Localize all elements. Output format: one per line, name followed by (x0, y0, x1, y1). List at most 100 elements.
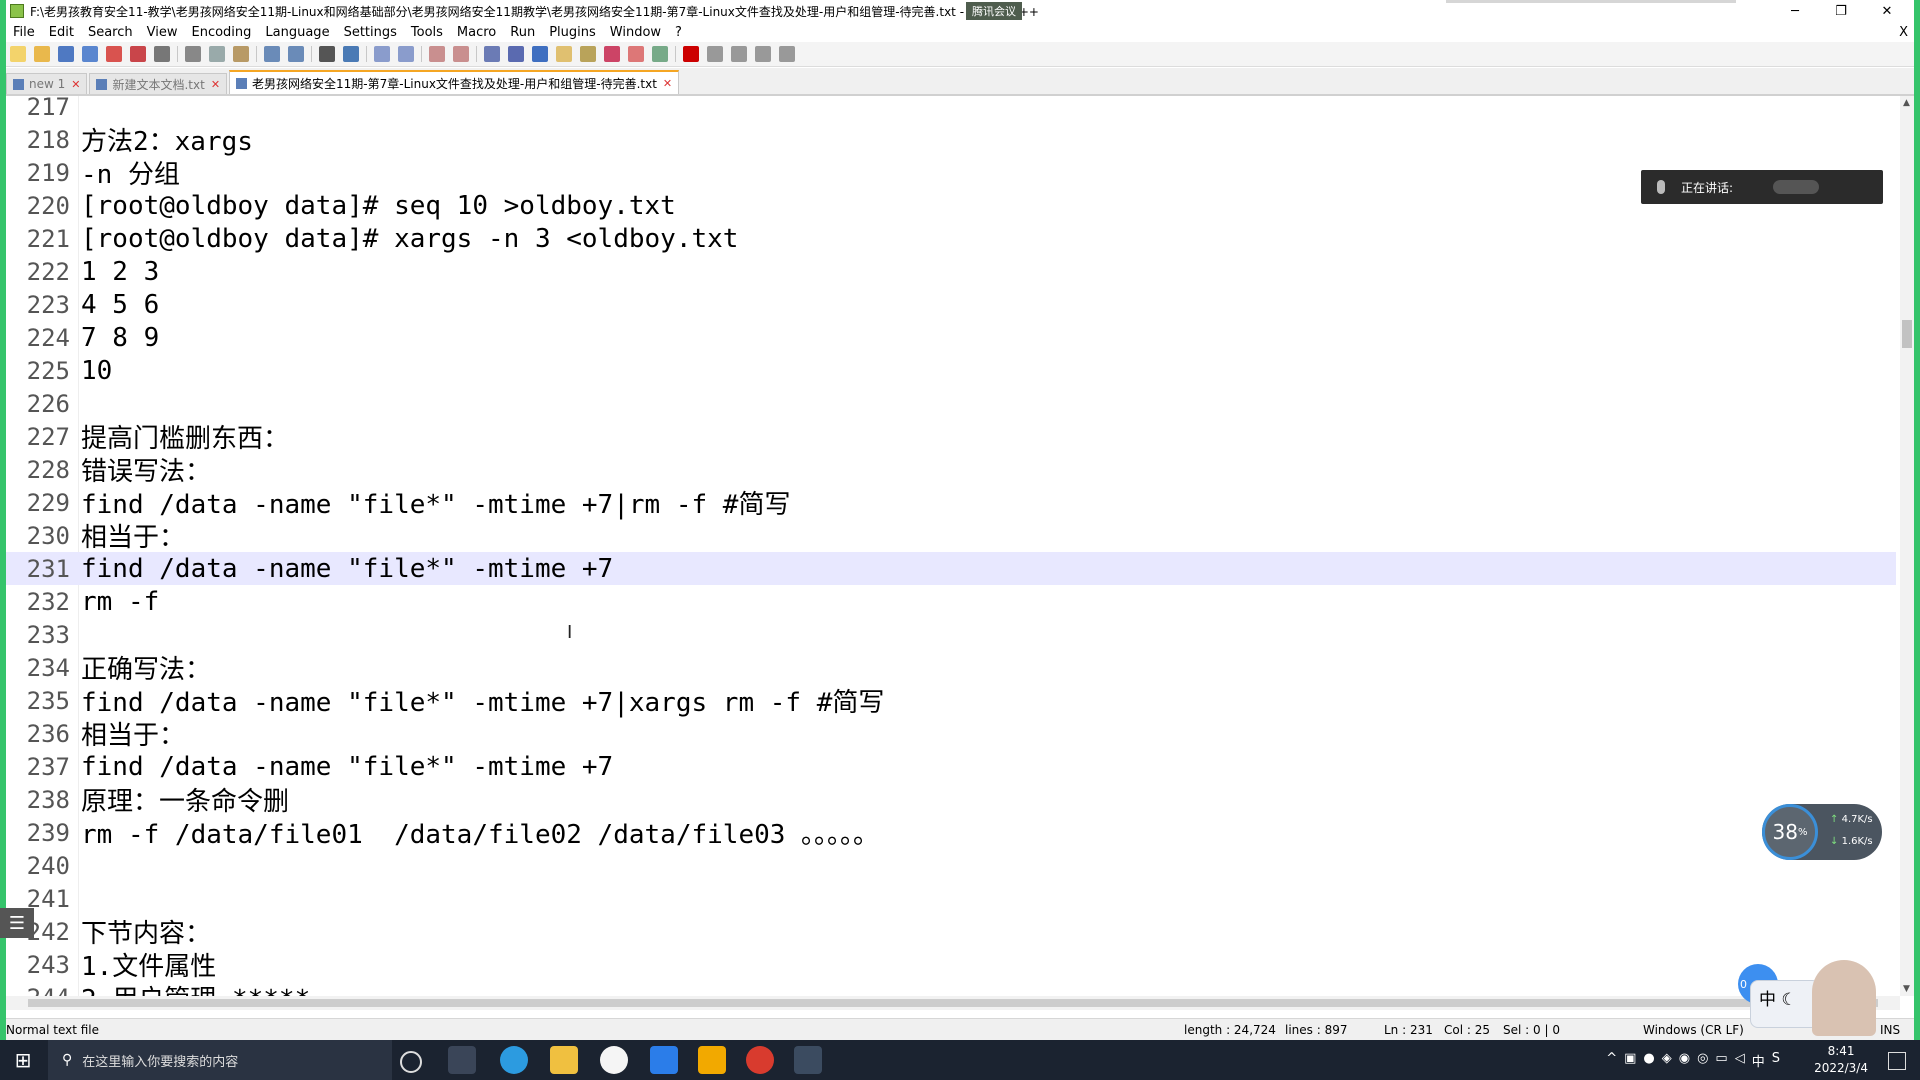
menu-language[interactable]: Language (258, 25, 336, 40)
notepad-plus-plus-taskbar-icon[interactable] (794, 1046, 822, 1074)
save-icon[interactable] (58, 46, 74, 62)
menu-edit[interactable]: Edit (42, 25, 81, 40)
taskbar-search[interactable]: ⚲ 在这里输入你要搜索的内容 (48, 1040, 392, 1080)
doc-map-icon[interactable] (556, 46, 572, 62)
network-icon[interactable]: ▣ (1624, 1051, 1636, 1070)
tab-close-icon[interactable]: ✕ (663, 77, 672, 90)
menu-file[interactable]: File (6, 25, 42, 40)
network-monitor-widget[interactable]: 38% ↑ 4.7K/s ↓ 1.6K/s (1762, 804, 1882, 860)
menu-run[interactable]: Run (503, 25, 542, 40)
close-document-button[interactable]: X (1899, 25, 1908, 40)
windows-start-icon[interactable]: ⊞ (0, 1040, 46, 1080)
text-editor[interactable]: 217 218 方法2：xargs 219 -n 分组 220 [root@oldboy d… (6, 96, 1902, 996)
edge-browser-icon[interactable] (500, 1046, 528, 1074)
tab-chapter-7[interactable]: 老男孩网络安全11期-第7章-Linux文件查找及处理-用户和组管理-待完善.t… (229, 70, 680, 94)
floating-list-button[interactable]: ☰ (0, 908, 34, 938)
menu-view[interactable]: View (140, 25, 185, 40)
minimize-button[interactable]: ─ (1772, 0, 1818, 22)
folder-workspace-icon[interactable] (604, 46, 620, 62)
menu-help[interactable]: ? (668, 25, 689, 40)
editor-line[interactable]: 236 相当于： (6, 717, 1896, 752)
volume-icon[interactable]: ◁ (1735, 1051, 1745, 1070)
editor-line[interactable]: 228 错误写法： (6, 453, 1896, 488)
editor-line[interactable]: 242 下节内容： (6, 915, 1896, 950)
editor-line[interactable]: 220 [root@oldboy data]# seq 10 >oldboy.tx… (6, 189, 1896, 222)
editor-line[interactable]: 238 原理：一条命令删 (6, 783, 1896, 818)
editor-line[interactable]: 219 -n 分组 (6, 156, 1896, 191)
editor-line[interactable]: 227 提高门槛删东西： (6, 420, 1896, 455)
editor-line[interactable]: 237 find /data -name "file*" -mtime +7 (6, 750, 1896, 783)
close-file-icon[interactable] (106, 46, 122, 62)
editor-line[interactable]: 233 (6, 618, 1896, 651)
zoom-out-icon[interactable] (398, 46, 414, 62)
function-list-icon[interactable] (580, 46, 596, 62)
editor-line[interactable]: 231 find /data -name "file*" -mtime +7 (6, 552, 1896, 585)
editor-line[interactable]: 239 rm -f /data/file01 /data/file02 /data… (6, 816, 1896, 851)
sync-horizontal-icon[interactable] (453, 46, 469, 62)
print-icon[interactable] (154, 46, 170, 62)
sogou-icon[interactable]: S (1772, 1051, 1780, 1070)
play-macro-icon[interactable] (731, 46, 747, 62)
security-icon[interactable]: ◈ (1662, 1051, 1672, 1070)
menu-search[interactable]: Search (81, 25, 140, 40)
editor-line[interactable]: 232 rm -f (6, 585, 1896, 618)
show-all-chars-icon[interactable] (508, 46, 524, 62)
save-all-icon[interactable] (82, 46, 98, 62)
editor-line[interactable]: 235 find /data -name "file*" -mtime +7|xa… (6, 684, 1896, 719)
zoom-in-icon[interactable] (374, 46, 390, 62)
indent-guide-icon[interactable] (532, 46, 548, 62)
editor-line[interactable]: 240 (6, 849, 1896, 882)
editor-line[interactable]: 217 (6, 96, 1896, 123)
editor-line[interactable]: 221 [root@oldboy data]# xargs -n 3 <oldbo… (6, 222, 1896, 255)
doc-switcher-icon[interactable] (628, 46, 644, 62)
record-macro-icon[interactable] (683, 46, 699, 62)
stop-macro-icon[interactable] (707, 46, 723, 62)
editor-line[interactable]: 226 (6, 387, 1896, 420)
redo-icon[interactable] (288, 46, 304, 62)
menu-macro[interactable]: Macro (450, 25, 503, 40)
tab-new-text-document[interactable]: 新建文本文档.txt ✕ (89, 73, 228, 94)
menu-encoding[interactable]: Encoding (184, 25, 258, 40)
save-macro-icon[interactable] (779, 46, 795, 62)
app-tray-icon[interactable]: ◉ (1679, 1051, 1690, 1070)
editor-line[interactable]: 234 正确写法： (6, 651, 1896, 686)
editor-line[interactable]: 223 4 5 6 (6, 288, 1896, 321)
editor-line[interactable]: 229 find /data -name "file*" -mtime +7|rm… (6, 486, 1896, 521)
editor-line[interactable]: 222 1 2 3 (6, 255, 1896, 288)
undo-icon[interactable] (264, 46, 280, 62)
tab-close-icon[interactable]: ✕ (71, 78, 80, 91)
tab-new-1[interactable]: new 1 ✕ (6, 73, 88, 94)
horizontal-scroll-thumb[interactable] (28, 999, 1878, 1007)
cut-icon[interactable] (185, 46, 201, 62)
horizontal-scrollbar[interactable] (6, 996, 1900, 1010)
microphone-tray-icon[interactable]: ● (1643, 1051, 1654, 1070)
cortana-icon[interactable] (400, 1051, 422, 1073)
app-icon-2[interactable] (698, 1046, 726, 1074)
sync-vertical-icon[interactable] (429, 46, 445, 62)
editor-line[interactable]: 225 10 (6, 354, 1896, 387)
notifications-icon[interactable] (1888, 1052, 1906, 1070)
new-file-icon[interactable] (10, 46, 26, 62)
ime-floating-widget[interactable]: 中 ☾ (1750, 980, 1820, 1028)
task-view-icon[interactable] (448, 1046, 476, 1074)
close-all-icon[interactable] (130, 46, 146, 62)
editor-line[interactable]: 224 7 8 9 (6, 321, 1896, 354)
editor-line[interactable]: 218 方法2：xargs (6, 123, 1896, 158)
replace-icon[interactable] (343, 46, 359, 62)
scroll-up-icon[interactable]: ▲ (1903, 98, 1910, 108)
vertical-scroll-thumb[interactable] (1902, 320, 1912, 348)
open-file-icon[interactable] (34, 46, 50, 62)
tencent-meeting-icon[interactable] (650, 1046, 678, 1074)
vertical-scrollbar[interactable]: ▲ ▼ (1900, 96, 1914, 996)
run-macro-multiple-icon[interactable] (755, 46, 771, 62)
file-explorer-icon[interactable] (550, 1046, 578, 1074)
monitoring-icon[interactable] (652, 46, 668, 62)
find-icon[interactable] (319, 46, 335, 62)
menu-plugins[interactable]: Plugins (542, 25, 603, 40)
editor-line[interactable]: 230 相当于： (6, 519, 1896, 554)
chevron-up-icon[interactable]: ^ (1606, 1051, 1617, 1070)
maximize-button[interactable]: ❐ (1818, 0, 1864, 22)
close-button[interactable]: ✕ (1864, 0, 1910, 22)
app-icon-1[interactable] (600, 1046, 628, 1074)
menu-settings[interactable]: Settings (337, 25, 404, 40)
